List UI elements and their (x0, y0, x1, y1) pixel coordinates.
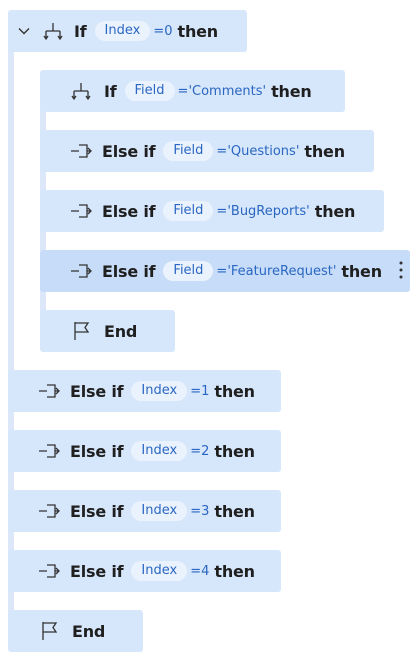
condition-operator: = (216, 143, 228, 159)
condition-expression[interactable]: ='BugReports' (216, 204, 309, 219)
flag-icon (38, 620, 60, 642)
condition-expression[interactable]: =4 (190, 564, 209, 579)
else-if-branch-icon (70, 200, 92, 222)
then-keyword: then (214, 381, 255, 401)
inner-else-if-block[interactable]: Else if Field ='Questions' then (40, 130, 374, 172)
condition-operator: = (216, 263, 228, 279)
condition-operator: = (216, 203, 228, 219)
condition-value: 1 (201, 383, 210, 399)
condition-value: 'Questions' (227, 143, 300, 159)
else-if-keyword: Else if (102, 201, 156, 221)
condition-expression[interactable]: ='FeatureRequest' (216, 264, 336, 279)
condition-expression[interactable]: =1 (190, 384, 209, 399)
condition-variable[interactable]: Field (124, 81, 175, 101)
condition-expression[interactable]: ='Questions' (216, 144, 299, 159)
condition-operator: = (190, 563, 202, 579)
condition-variable[interactable]: Index (131, 501, 188, 521)
flag-icon (70, 320, 92, 342)
condition-variable[interactable]: Field (163, 141, 214, 161)
chevron-down-icon[interactable] (16, 20, 32, 42)
then-keyword: then (214, 441, 255, 461)
else-if-branch-icon (38, 560, 60, 582)
condition-operator: = (177, 83, 189, 99)
condition-operator: = (190, 443, 202, 459)
else-if-keyword: Else if (102, 141, 156, 161)
condition-value: 2 (201, 443, 210, 459)
then-keyword: then (177, 21, 219, 41)
condition-variable[interactable]: Index (94, 21, 151, 41)
then-keyword: then (214, 561, 255, 581)
then-keyword: then (214, 501, 255, 521)
condition-expression[interactable]: =3 (190, 504, 209, 519)
condition-variable[interactable]: Field (163, 261, 214, 281)
then-keyword: then (341, 261, 382, 281)
condition-value: 'FeatureRequest' (227, 263, 337, 279)
else-if-keyword: Else if (70, 441, 124, 461)
inner-else-if-block-selected[interactable]: Else if Field ='FeatureRequest' then (40, 250, 410, 292)
condition-value: 3 (201, 503, 210, 519)
condition-expression[interactable]: =0 (153, 24, 172, 39)
then-keyword: then (314, 201, 356, 221)
else-if-keyword: Else if (102, 261, 156, 281)
condition-expression[interactable]: ='Comments' (178, 84, 267, 99)
more-vertical-icon[interactable] (398, 260, 404, 284)
condition-expression[interactable]: =2 (190, 444, 209, 459)
then-keyword: then (304, 141, 345, 161)
end-keyword: End (72, 621, 106, 641)
else-if-branch-icon (38, 440, 60, 462)
condition-variable[interactable]: Index (131, 381, 188, 401)
else-if-branch-icon (70, 140, 92, 162)
outer-else-if-block[interactable]: Else if Index =1 then (8, 370, 281, 412)
if-branch-icon (42, 20, 64, 42)
else-if-branch-icon (70, 260, 92, 282)
if-branch-icon (70, 80, 92, 102)
outer-if-block[interactable]: If Index =0 then (8, 10, 247, 52)
condition-variable[interactable]: Index (131, 441, 188, 461)
if-keyword: If (74, 21, 87, 41)
condition-value: 'Comments' (188, 83, 267, 99)
else-if-keyword: Else if (70, 561, 124, 581)
else-if-keyword: Else if (70, 381, 124, 401)
condition-variable[interactable]: Index (131, 561, 188, 581)
condition-variable[interactable]: Field (163, 201, 214, 221)
else-if-branch-icon (38, 380, 60, 402)
condition-operator: = (190, 503, 202, 519)
outer-end-block[interactable]: End (8, 610, 143, 652)
outer-else-if-block[interactable]: Else if Index =2 then (8, 430, 281, 472)
condition-operator: = (153, 23, 165, 39)
inner-if-block[interactable]: If Field ='Comments' then (40, 70, 345, 112)
if-keyword: If (104, 81, 117, 101)
condition-value: 'BugReports' (227, 203, 310, 219)
condition-value: 0 (164, 23, 173, 39)
inner-end-block[interactable]: End (40, 310, 175, 352)
end-keyword: End (104, 321, 138, 341)
then-keyword: then (271, 81, 312, 101)
condition-value: 4 (201, 563, 210, 579)
condition-operator: = (190, 383, 202, 399)
inner-else-if-block[interactable]: Else if Field ='BugReports' then (40, 190, 384, 232)
outer-else-if-block[interactable]: Else if Index =3 then (8, 490, 281, 532)
else-if-keyword: Else if (70, 501, 124, 521)
outer-else-if-block[interactable]: Else if Index =4 then (8, 550, 281, 592)
else-if-branch-icon (38, 500, 60, 522)
